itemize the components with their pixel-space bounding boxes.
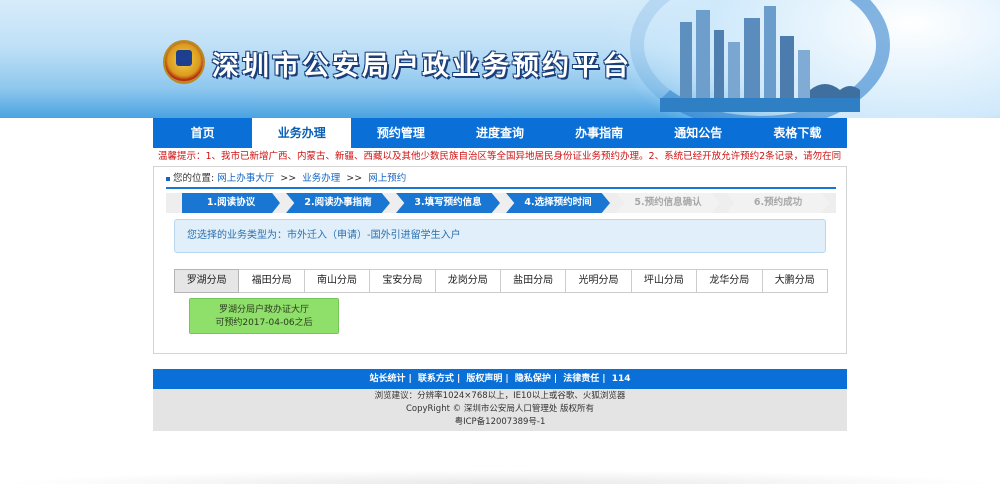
tab-guangming[interactable]: 光明分局 [566,269,632,293]
tab-futian[interactable]: 福田分局 [239,269,305,293]
tab-nanshan[interactable]: 南山分局 [304,269,371,293]
notice-marquee: 温馨提示：1、我市已新增广西、内蒙古、新疆、西藏以及其他少数民族自治区等全国异地… [153,148,847,166]
browser-tip: 浏览建议：分辨率1024×768以上，IE10以上或谷歌、火狐浏览器 [374,391,626,401]
office-card[interactable]: 罗湖分局户政办证大厅 可预约2017-04-06之后 [189,298,339,334]
tab-longgang[interactable]: 龙岗分局 [435,269,501,293]
footer-info: 浏览建议：分辨率1024×768以上，IE10以上或谷歌、火狐浏览器 CopyR… [153,389,847,431]
step-read-agreement: 1.阅读协议 [182,193,280,213]
step-fill-info: 3.填写预约信息 [396,193,500,213]
page: 深圳市公安局户政业务预约平台 首页 业务办理 预约管理 进度查询 办事指南 通知… [0,0,1000,484]
footer-link-copyright[interactable]: 版权声明 [466,374,502,384]
footer-link-114[interactable]: 114 [612,374,631,384]
header-banner: 深圳市公安局户政业务预约平台 [0,0,1000,118]
bullet-icon [166,176,170,181]
breadcrumb-item-hall[interactable]: 网上办事大厅 [217,173,274,184]
nav-service-guide[interactable]: 办事指南 [550,118,649,148]
nav-progress-query[interactable]: 进度查询 [450,118,549,148]
copyright-text: CopyRight © 深圳市公安局人口管理处 版权所有 [405,404,595,414]
business-type-box: 您选择的业务类型为：市外迁入（申请）-国外引进留学生入户 [174,219,826,253]
icp-number: 粤ICP备12007389号-1 [454,417,546,427]
breadcrumb-separator: >> [280,173,297,184]
step-select-time: 4.选择预约时间 [506,193,610,213]
branch-tabs: 罗湖分局 福田分局 南山分局 宝安分局 龙岗分局 盐田分局 光明分局 坪山分局 … [174,269,828,293]
nav-announcements[interactable]: 通知公告 [649,118,748,148]
main-nav: 首页 业务办理 预约管理 进度查询 办事指南 通知公告 表格下载 [153,118,847,148]
nav-home[interactable]: 首页 [153,118,252,148]
footer-link-stats[interactable]: 站长统计 [369,374,405,384]
office-name: 罗湖分局户政办证大厅 [218,305,309,315]
breadcrumb: 您的位置: 网上办事大厅 >> 业务办理 >> 网上预约 [166,171,836,189]
tab-pingshan[interactable]: 坪山分局 [631,269,698,293]
breadcrumb-prefix: 您的位置: [173,173,215,184]
breadcrumb-item-online-appointment[interactable]: 网上预约 [368,173,406,184]
site-title: 深圳市公安局户政业务预约平台 [212,51,632,82]
progress-steps: 1.阅读协议 2.阅读办事指南 3.填写预约信息 4.选择预约时间 5.预约信息… [166,193,836,213]
step-read-guide: 2.阅读办事指南 [286,193,390,213]
tab-baoan[interactable]: 宝安分局 [370,269,436,293]
step-success: 6.预约成功 [726,193,830,213]
police-emblem-icon [165,42,203,82]
breadcrumb-separator: >> [346,173,363,184]
tab-luohu[interactable]: 罗湖分局 [174,269,240,293]
footer-link-contact[interactable]: 联系方式 [418,374,454,384]
footer-link-privacy[interactable]: 隐私保护 [515,374,551,384]
notice-text: 温馨提示：1、我市已新增广西、内蒙古、新疆、西藏以及其他少数民族自治区等全国异地… [158,151,842,162]
footer-links: 站长统计 | 联系方式 | 版权声明 | 隐私保护 | 法律责任 | 114 [153,369,847,389]
city-skyline-illustration [660,6,860,112]
tab-longhua[interactable]: 龙华分局 [697,269,763,293]
content-panel: 您的位置: 网上办事大厅 >> 业务办理 >> 网上预约 1.阅读协议 2.阅读… [153,166,847,354]
nav-form-download[interactable]: 表格下载 [748,118,847,148]
nav-appointment-manage[interactable]: 预约管理 [351,118,450,148]
tab-dapeng[interactable]: 大鹏分局 [762,269,828,293]
nav-business[interactable]: 业务办理 [252,118,352,148]
office-available-date: 可预约2017-04-06之后 [215,318,313,328]
footer-link-legal[interactable]: 法律责任 [563,374,599,384]
breadcrumb-item-business[interactable]: 业务办理 [302,173,340,184]
step-confirm-info: 5.预约信息确认 [616,193,720,213]
tab-yantian[interactable]: 盐田分局 [500,269,567,293]
bottom-shadow [0,470,1000,484]
